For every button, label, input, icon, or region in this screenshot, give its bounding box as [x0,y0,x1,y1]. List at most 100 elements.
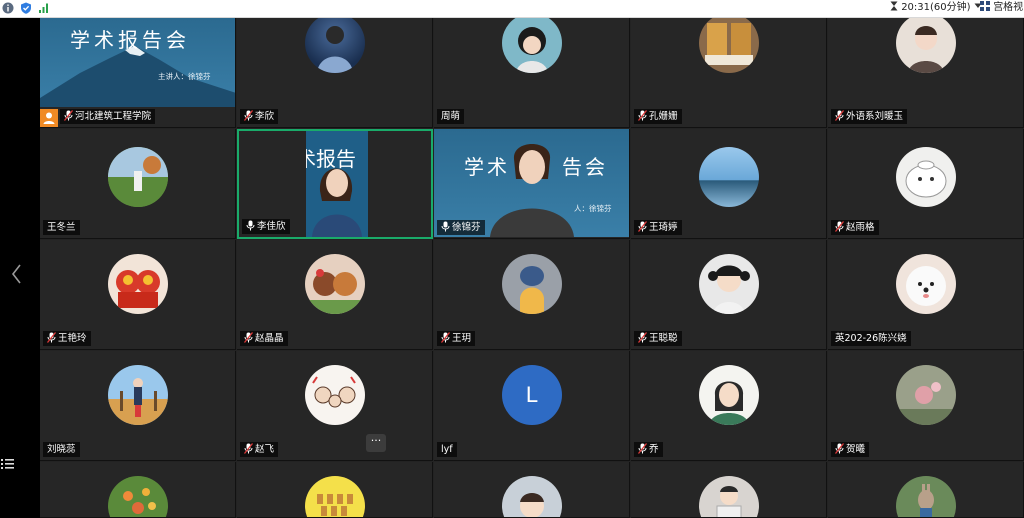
participant-tile-speaking[interactable]: 术报告 李佳欣 [237,129,433,239]
participant-name: 贺曦 [831,442,870,457]
participant-tile[interactable]: 学术 告会 人：徐锦芬 徐锦芬 [434,129,630,239]
participant-tile[interactable]: 英202-26陈兴娆 [828,240,1024,350]
participant-tile[interactable]: 学术报告会 主讲人：徐锦芬 河北建筑工程学院 [40,18,236,128]
list-icon[interactable] [0,455,16,473]
participant-tile[interactable]: 王冬兰 [40,129,236,239]
speaker-image [312,168,362,237]
mic-icon [244,332,253,343]
participant-tile[interactable]: 王艳玲 [40,240,236,350]
left-arrow-icon[interactable] [9,262,25,286]
person-icon [43,112,55,124]
mic-icon [441,221,450,232]
participant-tile[interactable] [40,462,236,518]
participant-tile[interactable] [237,462,433,518]
avatar [305,254,365,314]
avatar-image [708,265,750,314]
avatar-image [108,378,168,425]
avatar [699,147,759,207]
participant-tile[interactable] [631,462,827,518]
participant-name: 王玥 [437,331,476,346]
participant-tile[interactable]: 周萌 [434,18,630,128]
shield-icon[interactable] [20,2,32,14]
hourglass-icon [890,1,898,11]
participant-tile[interactable] [828,462,1024,518]
participant-tile[interactable]: 王琦婷 [631,129,827,239]
participant-name: 李佳欣 [242,219,290,234]
participant-name: lyf [437,442,457,457]
participant-name: 孔姗姗 [634,109,682,124]
mic-icon [835,110,844,121]
avatar [305,18,365,73]
avatar [896,254,956,314]
avatar-image [108,147,168,207]
signal-icon [39,3,48,13]
participant-tile[interactable]: 刘晓蕊 [40,351,236,461]
avatar [108,365,168,425]
participant-name: 王冬兰 [43,220,80,235]
participant-tile[interactable]: 赵雨格 [828,129,1024,239]
avatar-image [908,26,944,73]
participant-name: 刘晓蕊 [43,442,80,457]
mic-icon [835,221,844,232]
banner-title: 学术报告会 [70,28,190,52]
participant-name: 赵雨格 [831,220,879,235]
avatar [896,365,956,425]
more-options-button[interactable]: ··· [366,434,386,452]
avatar [699,365,759,425]
timer-text: 20:31(60分钟) [901,2,971,13]
meeting-timer[interactable]: 20:31(60分钟) [890,1,982,15]
avatar [305,476,365,517]
mic-icon [244,443,253,454]
lecture-banner: 学术报告会 主讲人：徐锦芬 [40,18,235,107]
participant-tile[interactable]: 赵飞 [237,351,433,461]
participant-name: 李欣 [240,109,279,124]
avatar-image [123,488,156,514]
participant-tile[interactable]: 外语系刘暖玉 [828,18,1024,128]
mic-icon [246,220,255,231]
mic-icon [638,221,647,232]
participant-tile[interactable]: 乔 [631,351,827,461]
avatar-image [516,27,548,73]
avatar-image [918,484,934,517]
mic-icon [638,443,647,454]
avatar [699,476,759,517]
participant-tile[interactable]: 孔姗姗 [631,18,827,128]
avatar [699,18,759,73]
avatar-image [116,270,160,308]
participant-tile[interactable]: L lyf [434,351,630,461]
participant-tile[interactable]: 王玥 [434,240,630,350]
participant-name: 英202-26陈兴娆 [831,331,911,346]
mic-icon [638,110,647,121]
avatar [305,365,365,425]
avatar-image [905,160,947,198]
avatar-image [705,23,753,65]
avatar-image [317,26,353,73]
info-icon[interactable] [2,2,14,14]
avatar-image [716,486,742,517]
participant-tile[interactable]: 王聪聪 [631,240,827,350]
participant-tile[interactable]: 贺曦 [828,351,1024,461]
avatar-image [896,382,956,425]
host-badge [40,109,58,127]
participant-grid: 学术报告会 主讲人：徐锦芬 河北建筑工程学院 李欣 周萌 孔姗姗 外语系刘暖玉 [40,18,1024,518]
avatar-image [520,493,544,517]
avatar [502,476,562,517]
avatar [896,476,956,517]
participant-tile[interactable]: 李欣 [237,18,433,128]
avatar-image [709,381,749,425]
participant-tile[interactable] [434,462,630,518]
avatar [699,254,759,314]
banner-subtitle: 主讲人：徐锦芬 [158,72,211,81]
participant-name: 王聪聪 [634,331,682,346]
view-switch-button[interactable]: 宫格视 [980,1,1023,15]
participant-name: 赵飞 [240,442,279,457]
participant-name: 外语系刘暖玉 [831,109,908,124]
mic-icon [441,332,450,343]
participant-name: 赵晶晶 [240,331,288,346]
avatar [896,18,956,73]
avatar-letter: L [502,365,562,425]
participant-tile[interactable]: 赵晶晶 [237,240,433,350]
avatar-image [317,494,353,516]
mic-icon [835,443,844,454]
avatar-image [520,266,544,314]
